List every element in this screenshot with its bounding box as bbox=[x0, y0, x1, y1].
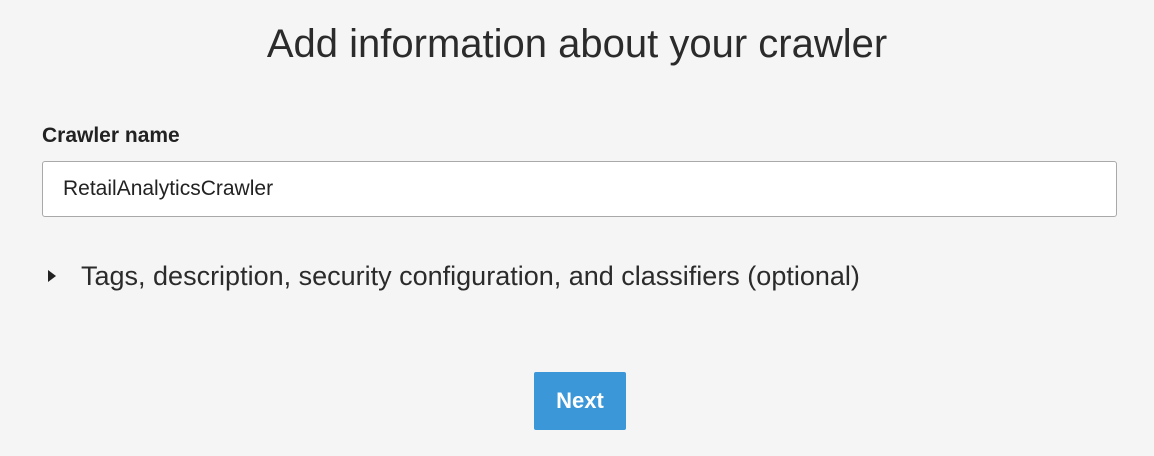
crawler-name-input[interactable] bbox=[42, 161, 1117, 217]
page-title: Add information about your crawler bbox=[266, 22, 888, 66]
crawler-name-label: Crawler name bbox=[42, 124, 180, 147]
optional-settings-label: Tags, description, security configuratio… bbox=[81, 261, 860, 291]
next-button[interactable]: Next bbox=[534, 372, 626, 430]
caret-right-icon bbox=[48, 270, 56, 282]
optional-settings-expander[interactable]: Tags, description, security configuratio… bbox=[48, 256, 860, 296]
